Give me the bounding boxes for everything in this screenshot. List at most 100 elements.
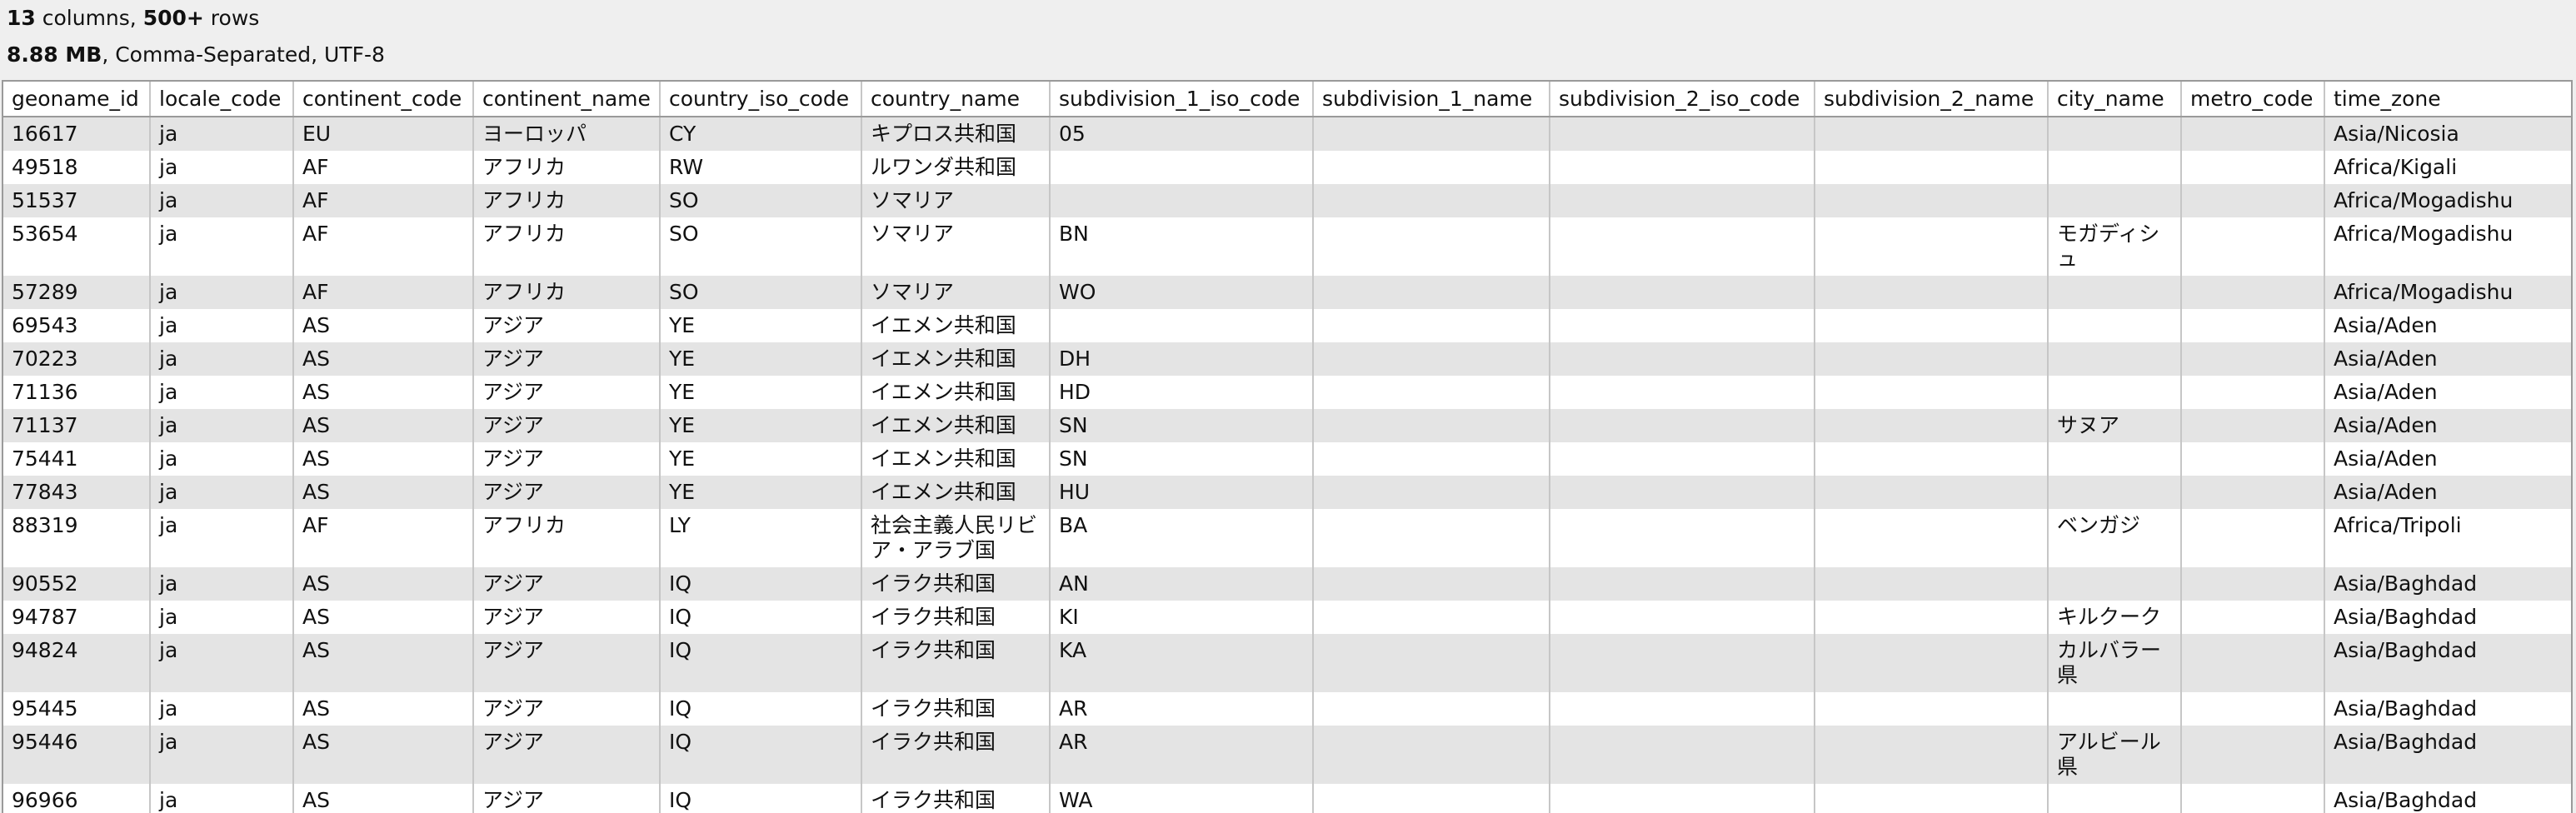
column-header-subdivision-2-iso-code[interactable]: subdivision_2_iso_code [1549, 82, 1815, 117]
table-cell-geoname-id: 57289 [12, 280, 78, 304]
table-cell-locale-code: ja [149, 151, 293, 184]
table-cell-subdivision-1-iso-code: HD [1049, 376, 1313, 409]
table-cell-continent-code: AF [292, 184, 473, 217]
csv-preview-table: geoname_id locale_code continent_code conti… [3, 82, 2571, 813]
table-cell-metro-code [2180, 184, 2324, 217]
column-header-geoname-id[interactable]: geoname_id [3, 82, 150, 117]
table-cell-subdivision-1-iso-code: KA [1049, 634, 1313, 692]
table-cell-subdivision-2-iso-code [1549, 567, 1815, 601]
table-row: 51537 ja AF アフリカ SO ソマリア Africa/Mogadishu [3, 184, 2571, 217]
table-cell-country-iso-code: IQ [659, 601, 861, 634]
table-cell-subdivision-1-name [1312, 217, 1550, 276]
table-cell-metro-code [2180, 442, 2324, 476]
table-cell-subdivision-2-name [1814, 567, 2048, 601]
table-cell-locale-code: ja [149, 567, 293, 601]
table-cell-city-name [2047, 184, 2181, 217]
table-cell-country-name: 社会主義人民リビア・アラブ国 [861, 509, 1050, 567]
table-cell-geoname-id: 49518 [12, 155, 78, 179]
table-cell-continent-code: AS [292, 342, 473, 376]
table-cell-country-iso-code: RW [659, 151, 861, 184]
column-header-city-name[interactable]: city_name [2047, 82, 2181, 117]
table-cell-subdivision-1-iso-code: 05 [1049, 117, 1313, 151]
table-cell-subdivision-2-name [1814, 276, 2048, 309]
column-header-country-name[interactable]: country_name [861, 82, 1050, 117]
table-cell-locale-code: ja [149, 342, 293, 376]
table-cell-subdivision-1-name [1312, 309, 1550, 342]
table-cell-city-name [2047, 117, 2181, 151]
table-row: 69543 ja AS アジア YE イエメン共和国 Asia/Aden [3, 309, 2571, 342]
table-cell-metro-code [2180, 376, 2324, 409]
table-cell-time-zone: Asia/Nicosia [2324, 117, 2571, 151]
table-cell-country-iso-code: YE [659, 476, 861, 509]
column-header-continent-name[interactable]: continent_name [472, 82, 660, 117]
column-header-locale-code[interactable]: locale_code [149, 82, 293, 117]
table-cell-continent-name: アジア [472, 309, 660, 342]
column-header-country-iso-code[interactable]: country_iso_code [659, 82, 861, 117]
table-cell-city-name [2047, 784, 2181, 813]
column-header-metro-code[interactable]: metro_code [2180, 82, 2324, 117]
table-cell-locale-code: ja [149, 409, 293, 442]
table-cell-subdivision-2-name [1814, 476, 2048, 509]
table-cell-subdivision-1-iso-code: AR [1049, 692, 1313, 726]
table-row: 57289 ja AF アフリカ SO ソマリア WO Africa/Mogadishu [3, 276, 2571, 309]
table-cell-subdivision-1-iso-code: AN [1049, 567, 1313, 601]
table-row: 88319 ja AF アフリカ LY 社会主義人民リビア・アラブ国 BA ベンガジ Afric… [3, 509, 2571, 567]
table-cell-continent-name: アジア [472, 634, 660, 692]
table-cell-continent-name: アフリカ [472, 184, 660, 217]
column-count: 13 [7, 6, 36, 30]
table-cell-country-iso-code: YE [659, 376, 861, 409]
table-cell-locale-code: ja [149, 509, 293, 567]
table-cell-continent-code: AS [292, 726, 473, 784]
column-header-subdivision-1-iso-code[interactable]: subdivision_1_iso_code [1049, 82, 1313, 117]
table-cell-time-zone: Africa/Tripoli [2324, 509, 2571, 567]
column-header-subdivision-1-name[interactable]: subdivision_1_name [1312, 82, 1550, 117]
table-cell-locale-code: ja [149, 726, 293, 784]
file-info-dimensions: 13 columns, 500+ rows [7, 5, 259, 32]
table-cell-subdivision-2-iso-code [1549, 726, 1815, 784]
file-format: , Comma-Separated, UTF-8 [102, 42, 385, 67]
column-header-continent-code[interactable]: continent_code [292, 82, 473, 117]
table-cell-city-name: サヌア [2047, 409, 2181, 442]
table-cell-subdivision-2-name [1814, 634, 2048, 692]
table-cell-geoname-id: 71136 [12, 380, 78, 404]
file-size: 8.88 MB [7, 42, 102, 67]
table-cell-metro-code [2180, 784, 2324, 813]
table-cell-metro-code [2180, 117, 2324, 151]
table-cell-country-name: イエメン共和国 [861, 309, 1050, 342]
table-cell-subdivision-2-iso-code [1549, 217, 1815, 276]
table-cell-time-zone: Africa/Mogadishu [2324, 184, 2571, 217]
table-row: 95445 ja AS アジア IQ イラク共和国 AR Asia/Baghdad [3, 692, 2571, 726]
table-cell-time-zone: Asia/Aden [2324, 409, 2571, 442]
column-header-time-zone[interactable]: time_zone [2324, 82, 2571, 117]
table-cell-country-name: イラク共和国 [861, 784, 1050, 813]
csv-preview-table-container[interactable]: geoname_id locale_code continent_code conti… [2, 80, 2573, 813]
table-cell-continent-code: EU [292, 117, 473, 151]
table-cell-geoname-id: 70223 [12, 347, 78, 371]
table-cell-metro-code [2180, 309, 2324, 342]
table-cell-country-name: ルワンダ共和国 [861, 151, 1050, 184]
table-cell-locale-code: ja [149, 442, 293, 476]
table-cell-time-zone: Asia/Baghdad [2324, 784, 2571, 813]
column-header-subdivision-2-name[interactable]: subdivision_2_name [1814, 82, 2048, 117]
table-cell-continent-code: AS [292, 634, 473, 692]
table-cell-continent-name: アフリカ [472, 509, 660, 567]
table-cell-continent-code: AF [292, 151, 473, 184]
table-cell-time-zone: Asia/Aden [2324, 309, 2571, 342]
table-cell-subdivision-1-iso-code: WO [1049, 276, 1313, 309]
table-cell-locale-code: ja [149, 692, 293, 726]
table-row: 16617 ja EU ヨーロッパ CY キプロス共和国 05 Asia/Nicosia [3, 117, 2571, 151]
row-count: 500+ [142, 6, 204, 30]
table-cell-city-name: モガディシュ [2047, 217, 2181, 276]
table-cell-country-name: イエメン共和国 [861, 376, 1050, 409]
table-row: 77843 ja AS アジア YE イエメン共和国 HU Asia/Aden [3, 476, 2571, 509]
table-cell-metro-code [2180, 276, 2324, 309]
table-cell-geoname-id: 75441 [12, 446, 78, 471]
table-cell-time-zone: Asia/Baghdad [2324, 726, 2571, 784]
table-cell-metro-code [2180, 476, 2324, 509]
table-cell-country-name: イエメン共和国 [861, 442, 1050, 476]
table-cell-subdivision-1-iso-code: BN [1049, 217, 1313, 276]
table-cell-subdivision-1-iso-code: BA [1049, 509, 1313, 567]
table-cell-geoname-id: 77843 [12, 480, 78, 504]
table-row: 70223 ja AS アジア YE イエメン共和国 DH Asia/Aden [3, 342, 2571, 376]
table-cell-subdivision-1-iso-code: KI [1049, 601, 1313, 634]
